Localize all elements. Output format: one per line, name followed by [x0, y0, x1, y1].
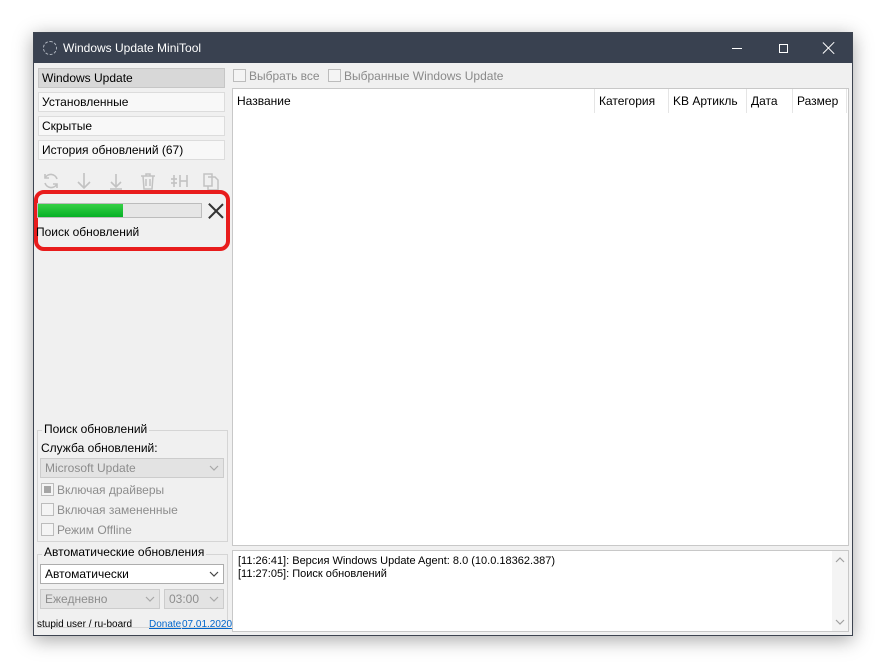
- window-title: Windows Update MiniTool: [63, 41, 202, 55]
- minimize-button[interactable]: [714, 33, 760, 63]
- include-drivers-label: Включая драйверы: [57, 483, 165, 497]
- selected-updates-checkbox[interactable]: [328, 69, 341, 82]
- close-icon: [823, 42, 835, 54]
- scroll-down-icon[interactable]: [835, 617, 845, 627]
- chevron-down-icon: [209, 463, 219, 473]
- donate-link[interactable]: Donate: [149, 619, 181, 630]
- updates-list[interactable]: Название Категория KB Артикль Дата Разме…: [232, 88, 849, 546]
- search-progress-bar: [37, 203, 202, 218]
- refresh-icon[interactable]: [41, 171, 61, 191]
- nav-windows-update[interactable]: Windows Update: [38, 68, 225, 88]
- progress-fill: [38, 204, 123, 217]
- install-icon[interactable]: [106, 171, 126, 191]
- search-status: Поиск обновлений: [36, 225, 140, 239]
- auto-group-title: Автоматические обновления: [42, 545, 207, 559]
- column-header-category[interactable]: Категория: [595, 89, 669, 113]
- nav-history[interactable]: История обновлений (67): [38, 140, 225, 160]
- cancel-search-icon[interactable]: [208, 203, 224, 219]
- column-header-date[interactable]: Дата: [747, 89, 793, 113]
- auto-mode-select[interactable]: Автоматически: [40, 564, 224, 584]
- app-window: Windows Update MiniTool Windows Update У…: [33, 32, 853, 636]
- offline-mode-checkbox[interactable]: [41, 523, 54, 536]
- service-label: Служба обновлений:: [41, 441, 158, 455]
- auto-mode-value: Автоматически: [45, 567, 129, 581]
- select-all-checkbox[interactable]: [233, 69, 246, 82]
- include-superseded-checkbox[interactable]: [41, 503, 54, 516]
- minimize-icon: [732, 47, 742, 49]
- time-select[interactable]: 03:00: [164, 589, 224, 609]
- log-scrollbar[interactable]: [832, 551, 848, 631]
- time-value: 03:00: [169, 592, 200, 606]
- service-select-value: Microsoft Update: [45, 461, 136, 475]
- maximize-button[interactable]: [760, 33, 806, 63]
- copy-icon[interactable]: [201, 171, 221, 191]
- scroll-up-icon[interactable]: [835, 555, 845, 565]
- include-drivers-checkbox[interactable]: [41, 483, 54, 496]
- search-group-title: Поиск обновлений: [42, 422, 150, 436]
- title-bar[interactable]: Windows Update MiniTool: [34, 33, 852, 63]
- log-panel[interactable]: [11:26:41]: Версия Windows Update Agent:…: [232, 550, 849, 632]
- maximize-icon: [778, 43, 788, 53]
- log-line: [11:27:05]: Поиск обновлений: [238, 568, 387, 580]
- selected-updates-label: Выбранные Windows Update: [344, 69, 504, 83]
- chevron-down-icon: [145, 594, 155, 604]
- date-link[interactable]: 07.01.2020: [182, 619, 232, 630]
- offline-mode-label: Режим Offline: [57, 523, 132, 537]
- hide-icon[interactable]: [170, 171, 190, 191]
- chevron-down-icon: [209, 594, 219, 604]
- close-button[interactable]: [806, 33, 852, 63]
- column-header-name[interactable]: Название: [233, 89, 595, 113]
- credits-text: stupid user / ru-board: [37, 619, 133, 630]
- service-select[interactable]: Microsoft Update: [40, 458, 224, 478]
- column-header-size[interactable]: Размер: [793, 89, 847, 113]
- delete-icon[interactable]: [138, 171, 158, 191]
- select-all-label: Выбрать все: [249, 69, 320, 83]
- schedule-select[interactable]: Ежедневно: [40, 589, 160, 609]
- nav-hidden[interactable]: Скрытые: [38, 116, 225, 136]
- chevron-down-icon: [209, 569, 219, 579]
- log-line: [11:26:41]: Версия Windows Update Agent:…: [238, 555, 556, 567]
- progress-highlight: [34, 190, 230, 251]
- schedule-value: Ежедневно: [45, 592, 108, 606]
- include-superseded-label: Включая замененные: [57, 503, 178, 517]
- download-icon[interactable]: [74, 171, 94, 191]
- app-icon: [43, 41, 57, 55]
- nav-installed[interactable]: Установленные: [38, 92, 225, 112]
- column-header-kb[interactable]: KB Артикль: [669, 89, 747, 113]
